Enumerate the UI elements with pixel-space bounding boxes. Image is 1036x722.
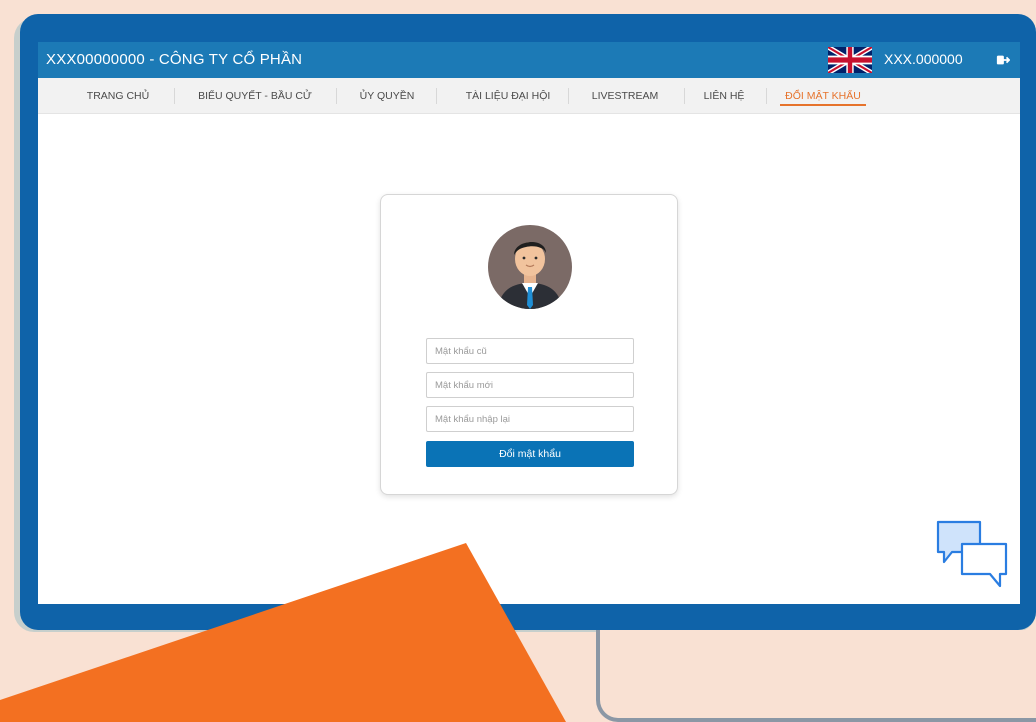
main-nav: TRANG CHỦ BIỂU QUYẾT - BẦU CỬ ỦY QUYỀN T… <box>38 78 1020 114</box>
company-title: XXX00000000 - CÔNG TY CỔ PHẦN <box>46 51 303 68</box>
nav-item-voting[interactable]: BIỂU QUYẾT - BẦU CỬ <box>190 78 320 114</box>
nav-item-home[interactable]: TRANG CHỦ <box>86 78 150 114</box>
change-password-card: Đổi mật khẩu <box>380 194 678 495</box>
account-id[interactable]: XXX.000000 <box>884 51 963 67</box>
nav-divider <box>766 88 767 104</box>
user-avatar-icon <box>488 225 572 309</box>
logout-icon[interactable] <box>996 53 1010 67</box>
nav-divider <box>568 88 569 104</box>
nav-item-livestream[interactable]: LIVESTREAM <box>582 78 668 114</box>
nav-divider <box>684 88 685 104</box>
old-password-field[interactable] <box>426 338 634 364</box>
screen: XXX00000000 - CÔNG TY CỔ PHẦN XXX.000000… <box>38 42 1020 604</box>
nav-item-contact[interactable]: LIÊN HỆ <box>696 78 752 114</box>
new-password-field[interactable] <box>426 372 634 398</box>
nav-divider <box>174 88 175 104</box>
confirm-password-field[interactable] <box>426 406 634 432</box>
chat-bubbles-icon[interactable] <box>936 520 1010 590</box>
top-bar: XXX00000000 - CÔNG TY CỔ PHẦN XXX.000000 <box>38 42 1020 78</box>
nav-divider <box>336 88 337 104</box>
monitor-stand <box>596 630 1036 722</box>
uk-flag-icon[interactable] <box>828 47 872 73</box>
nav-item-documents[interactable]: TÀI LIỆU ĐẠI HỘI <box>450 78 566 114</box>
nav-divider <box>436 88 437 104</box>
nav-item-proxy[interactable]: ỦY QUYỀN <box>352 78 422 114</box>
nav-item-change-password[interactable]: ĐỔI MẬT KHẨU <box>778 78 868 114</box>
change-password-button[interactable]: Đổi mật khẩu <box>426 441 634 467</box>
active-tab-underline <box>780 104 866 106</box>
